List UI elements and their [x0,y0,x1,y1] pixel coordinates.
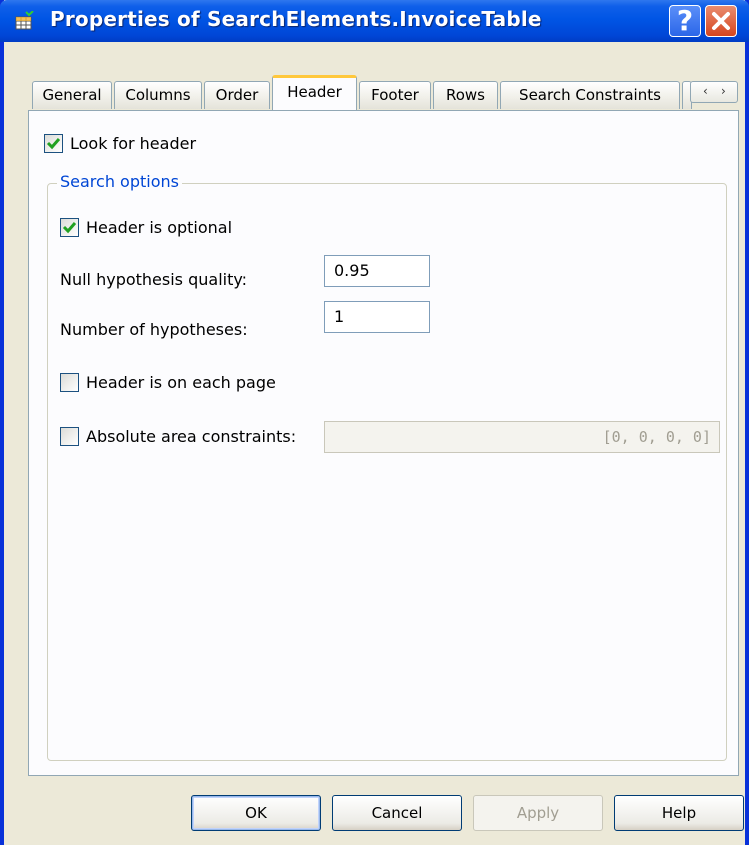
absolute-area-input[interactable]: [0, 0, 0, 0] [324,421,720,453]
ok-button[interactable]: OK [191,795,321,831]
close-icon [712,12,730,30]
search-options-group: Search options Header is optional Null h… [47,172,727,761]
absolute-area-row[interactable]: Absolute area constraints: [60,427,296,446]
absolute-area-checkbox[interactable] [60,427,79,446]
tab-search-constraints[interactable]: Search Constraints [500,81,680,109]
header-optional-row[interactable]: Header is optional [60,218,232,237]
title-help-button[interactable]: ? [669,5,701,37]
num-hypotheses-input[interactable]: 1 [324,301,430,333]
close-button[interactable] [705,5,737,37]
tab-header[interactable]: Header [272,75,357,110]
tab-rows[interactable]: Rows [433,81,498,109]
header-optional-checkbox[interactable] [60,218,79,237]
tab-footer[interactable]: Footer [359,81,431,109]
table-icon [15,11,34,30]
cancel-button[interactable]: Cancel [332,795,462,831]
each-page-label: Header is on each page [86,373,276,392]
search-options-legend: Search options [57,172,182,191]
each-page-checkbox[interactable] [60,373,79,392]
null-hypothesis-label: Null hypothesis quality: [60,270,248,289]
chevron-right-icon[interactable]: › [721,84,726,98]
tab-order[interactable]: Order [204,81,270,109]
window-title: Properties of SearchElements.InvoiceTabl… [50,7,542,31]
each-page-row[interactable]: Header is on each page [60,373,276,392]
look-for-header-row[interactable]: Look for header [44,134,196,153]
tab-columns[interactable]: Columns [114,81,202,109]
absolute-area-label: Absolute area constraints: [86,427,297,446]
num-hypotheses-label: Number of hypotheses: [60,320,248,339]
header-optional-label: Header is optional [86,218,233,237]
header-tab-page: Look for header Search options Header is… [28,110,739,776]
title-bar[interactable]: Properties of SearchElements.InvoiceTabl… [0,0,749,42]
look-for-header-checkbox[interactable] [44,134,63,153]
help-button[interactable]: Help [614,795,744,831]
apply-button[interactable]: Apply [473,795,603,831]
checkmark-icon [62,222,77,234]
properties-dialog: Properties of SearchElements.InvoiceTabl… [0,0,749,845]
tab-scroll-buttons[interactable]: ‹ › [690,81,738,103]
null-hypothesis-input[interactable]: 0.95 [324,255,430,287]
tab-general[interactable]: General [32,81,112,109]
checkmark-icon [46,138,61,150]
chevron-left-icon[interactable]: ‹ [703,84,708,98]
look-for-header-label: Look for header [70,134,197,153]
